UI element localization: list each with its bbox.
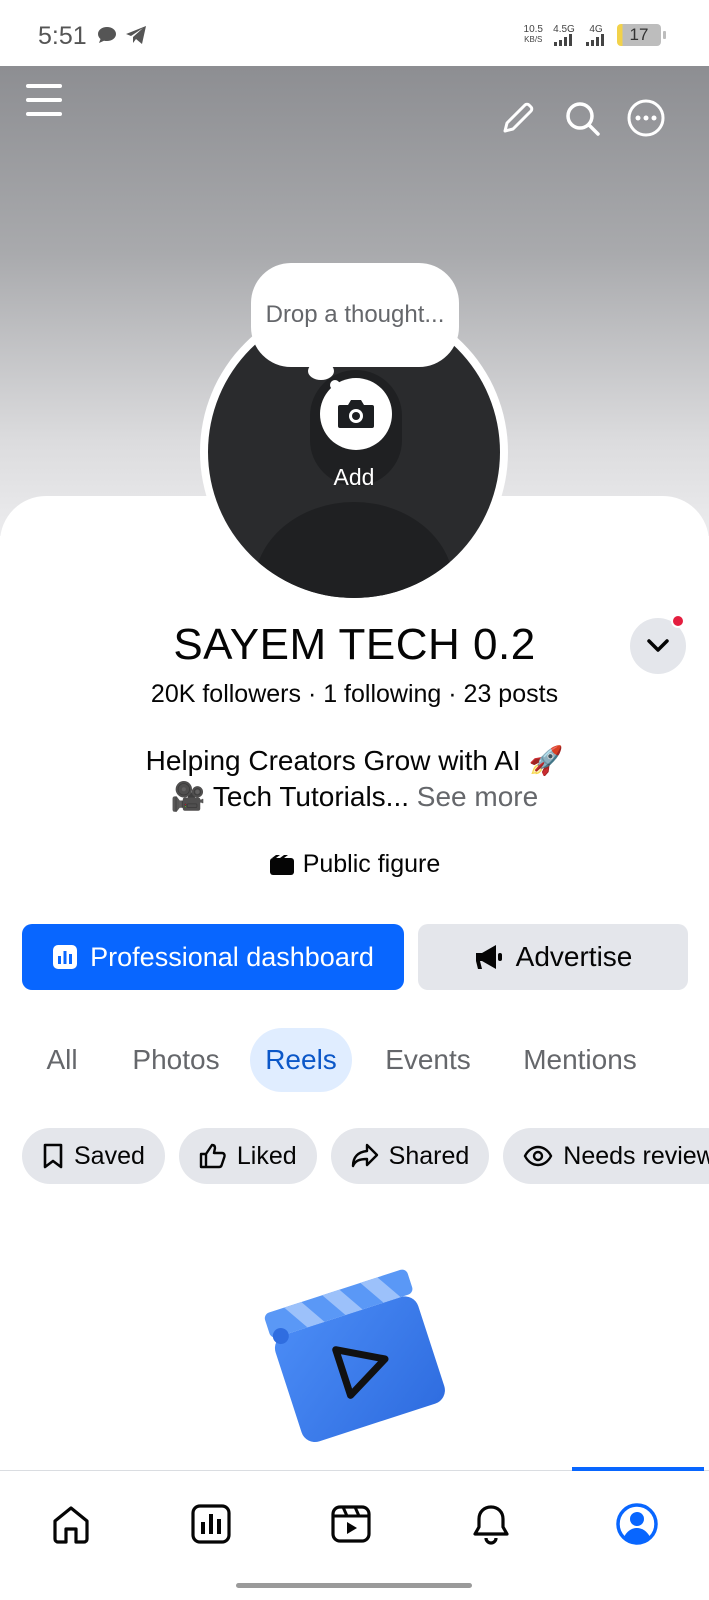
eye-icon (523, 1145, 553, 1167)
nav-video[interactable] (326, 1499, 376, 1549)
tab-photos[interactable]: Photos (124, 1028, 228, 1092)
category-label: Public figure (302, 850, 441, 878)
chip-liked[interactable]: Liked (178, 1128, 317, 1184)
bottom-navigation (0, 1467, 709, 1600)
pencil-icon (503, 102, 534, 133)
bookmark-icon (43, 1143, 63, 1169)
home-indicator (236, 1583, 472, 1588)
bio-line-2: 🎥 Tech Tutorials... See more (0, 780, 709, 813)
dashboard-label: Professional dashboard (90, 941, 374, 972)
page-name: SAYEM TECH 0.2 (173, 620, 536, 669)
more-options-button[interactable] (624, 96, 668, 140)
profile-icon (616, 1503, 658, 1545)
chip-label: Saved (74, 1141, 145, 1170)
nav-notifications[interactable] (466, 1499, 516, 1549)
reels-empty-illustration (262, 1244, 448, 1444)
video-icon (331, 1505, 371, 1543)
search-icon (566, 102, 600, 136)
thought-bubble-tail (308, 362, 334, 380)
signal-icon (554, 33, 572, 46)
battery-indicator: 17 (617, 24, 666, 46)
chip-label: Liked (236, 1141, 297, 1170)
edit-button[interactable] (496, 96, 540, 140)
net-speed-unit: KB/S (524, 35, 543, 44)
chat-bubble-icon (98, 27, 116, 43)
bio-text: 🎥 Tech Tutorials... (170, 781, 410, 812)
signal-icon (586, 33, 604, 46)
chip-label: Shared (388, 1141, 470, 1170)
clapperboard-icon (269, 854, 294, 875)
dashboard-icon (53, 945, 78, 969)
content-tabs: All Photos Reels Events Mentions (0, 1028, 709, 1092)
thought-bubble-tail (330, 380, 340, 390)
telegram-icon (126, 26, 146, 44)
nav-dashboard[interactable] (186, 1499, 236, 1549)
category-badge: Public figure (0, 850, 709, 879)
net-speed-value: 10.5 (523, 24, 543, 35)
nav-profile[interactable] (612, 1499, 662, 1549)
dashboard-icon (191, 1504, 231, 1544)
status-bar: 5:51 10.5 KB/S 4.5G 4G 17 (0, 0, 709, 66)
tab-events[interactable]: Events (374, 1028, 482, 1092)
tab-all[interactable]: All (22, 1028, 102, 1092)
professional-dashboard-button[interactable]: Professional dashboard (22, 924, 404, 990)
advertise-label: Advertise (515, 941, 633, 972)
add-photo-label: Add (333, 464, 375, 490)
thought-bubble[interactable]: Drop a thought... (251, 263, 459, 367)
advertise-button[interactable]: Advertise (418, 924, 688, 990)
bio-line-1: Helping Creators Grow with AI 🚀 (145, 745, 564, 776)
thumbs-up-icon (199, 1143, 226, 1169)
chip-label: Needs review (563, 1141, 709, 1170)
megaphone-icon (475, 945, 502, 969)
profile-stats[interactable]: 20K followers · 1 following · 23 posts (0, 680, 709, 709)
chip-shared[interactable]: Shared (330, 1128, 490, 1184)
tab-mentions[interactable]: Mentions (508, 1028, 652, 1092)
search-button[interactable] (560, 96, 604, 140)
home-icon (53, 1506, 89, 1544)
chip-saved[interactable]: Saved (22, 1128, 165, 1184)
signal-1-label: 4.5G (553, 23, 575, 35)
status-time: 5:51 (38, 22, 87, 50)
chip-needs-review[interactable]: Needs review (503, 1128, 709, 1184)
see-more-link[interactable]: See more (417, 781, 538, 812)
bell-icon (473, 1505, 509, 1545)
more-icon (627, 99, 665, 137)
filter-chips: Saved Liked Shared Needs review (22, 1128, 709, 1184)
share-icon (351, 1143, 378, 1168)
tab-reels[interactable]: Reels (250, 1028, 352, 1092)
menu-button[interactable] (22, 80, 66, 120)
clapperboard-play-icon (264, 1269, 445, 1443)
avatar-silhouette (254, 502, 454, 598)
camera-icon (338, 400, 374, 428)
hamburger-icon (26, 84, 62, 116)
nav-home[interactable] (46, 1499, 96, 1549)
active-tab-indicator (572, 1467, 704, 1471)
signal-2-label: 4G (589, 23, 603, 35)
